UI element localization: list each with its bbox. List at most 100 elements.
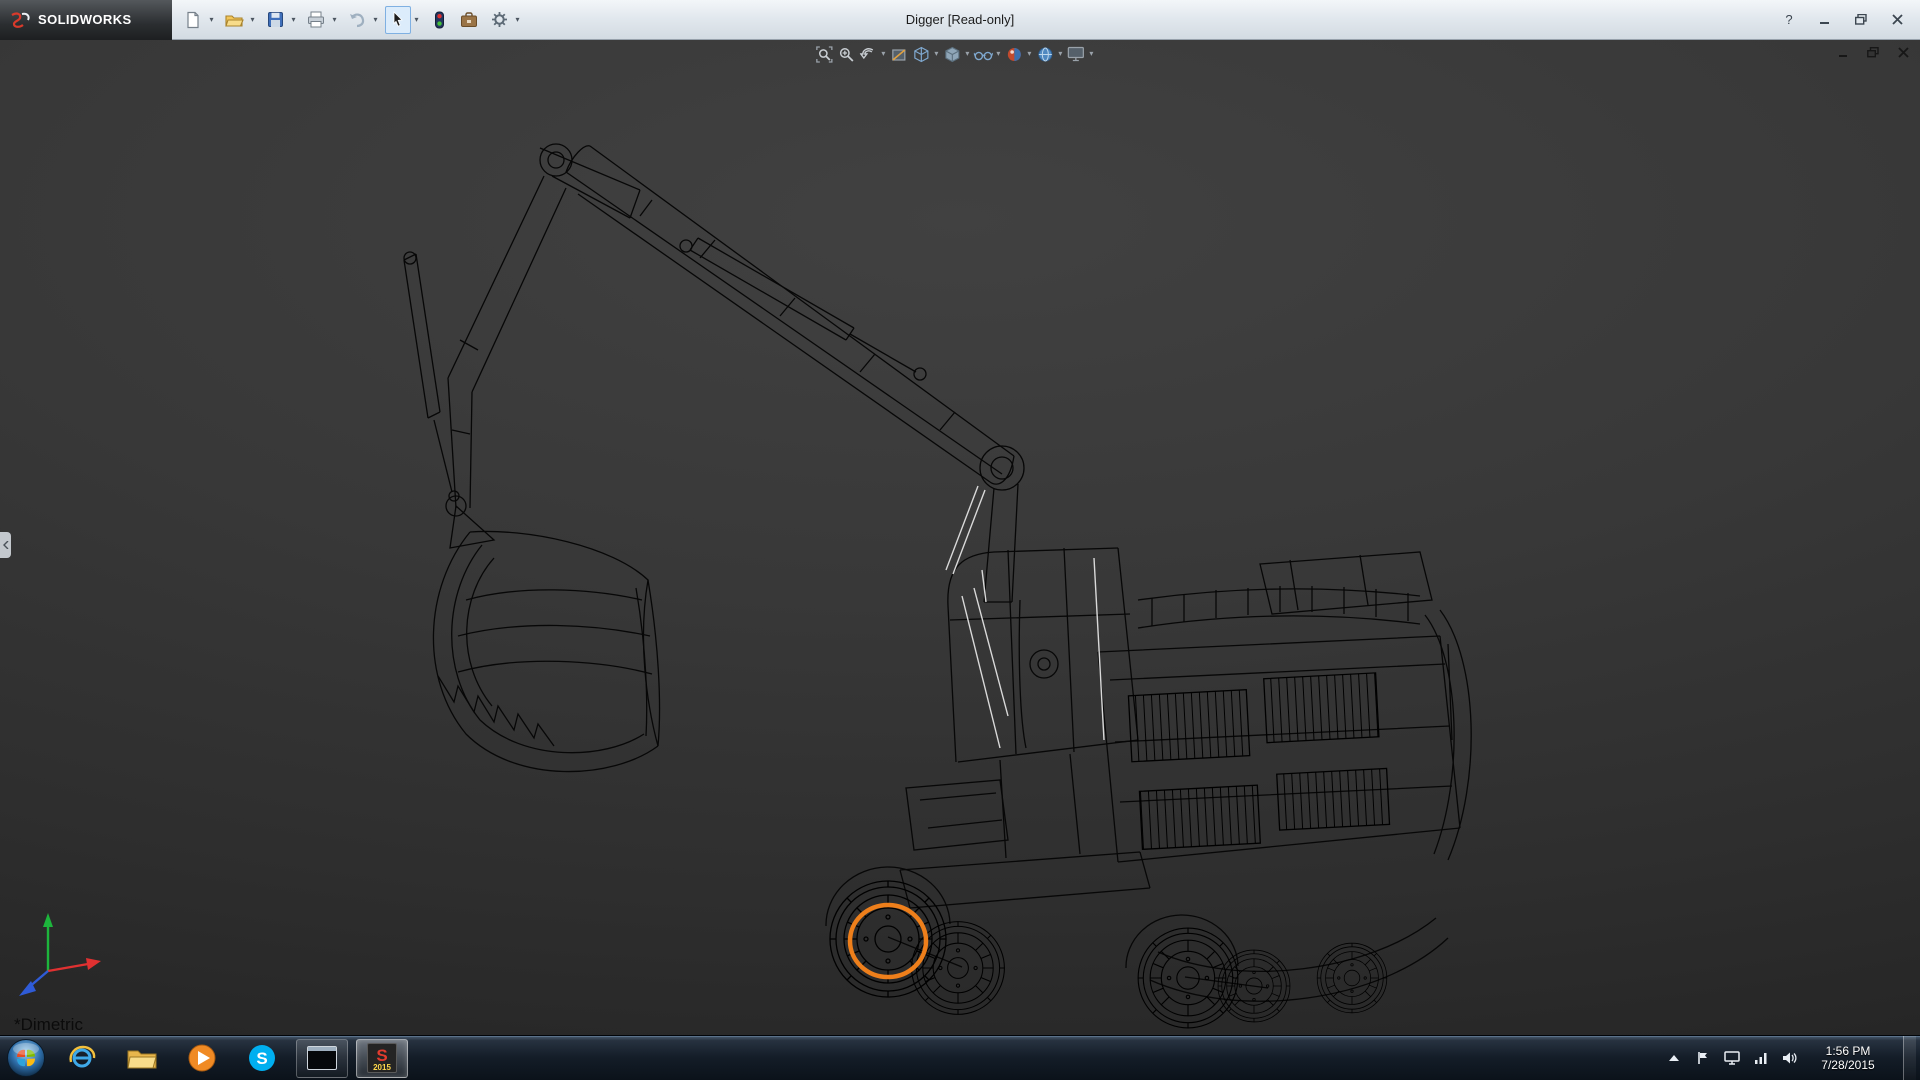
- print-icon: [307, 11, 325, 28]
- solidworks-taskbar-button[interactable]: S 2015: [356, 1039, 408, 1078]
- undo-arrow-icon: [348, 12, 366, 28]
- media-player-button[interactable]: [172, 1036, 232, 1080]
- speaker-icon: [1782, 1051, 1798, 1065]
- select-button[interactable]: [385, 6, 411, 34]
- action-center-button[interactable]: [1694, 1049, 1712, 1067]
- document-window-controls: [1834, 44, 1912, 60]
- rebuild-icon: [434, 11, 445, 29]
- view-settings-dropdown[interactable]: ▾: [1087, 43, 1096, 65]
- start-button[interactable]: [0, 1036, 52, 1080]
- taskbar: S S 2015: [0, 1035, 1920, 1080]
- monitor-icon: [1724, 1051, 1740, 1065]
- zoom-to-fit-button[interactable]: [813, 43, 835, 65]
- undo-button[interactable]: [344, 6, 370, 34]
- options-gear-icon: [491, 11, 508, 28]
- svg-text:S: S: [256, 1049, 267, 1068]
- options-dropdown[interactable]: ▾: [512, 6, 523, 34]
- system-tray: 1:56 PM 7/28/2015: [1665, 1036, 1920, 1080]
- doc-restore-button[interactable]: [1864, 44, 1882, 60]
- doc-minimize-icon: [1838, 47, 1849, 58]
- open-dropdown[interactable]: ▾: [247, 6, 258, 34]
- zoom-to-area-icon: [837, 46, 854, 63]
- print-button[interactable]: [303, 6, 329, 34]
- close-button[interactable]: [1886, 11, 1908, 29]
- zoom-to-fit-icon: [815, 46, 832, 63]
- doc-minimize-button[interactable]: [1834, 44, 1852, 60]
- show-desktop-button[interactable]: [1903, 1036, 1916, 1080]
- display-style-icon: [943, 46, 960, 63]
- selection-highlight-circle: [850, 905, 926, 977]
- view-orientation-label: *Dimetric: [14, 1015, 83, 1035]
- edit-appearance-button[interactable]: [1003, 43, 1025, 65]
- solidworks-window: SOLIDWORKS Digger [Read-only] ▾ ▾: [0, 0, 1920, 1080]
- edit-appearance-dropdown[interactable]: ▾: [1025, 43, 1034, 65]
- previous-view-button[interactable]: [857, 43, 879, 65]
- section-view-button[interactable]: [888, 43, 910, 65]
- solidworks-icon: S 2015: [367, 1043, 397, 1073]
- windows-explorer-button[interactable]: [112, 1036, 172, 1080]
- section-view-icon: [890, 46, 907, 63]
- internet-explorer-icon: [66, 1042, 98, 1074]
- new-document-button[interactable]: [180, 6, 206, 34]
- doc-restore-icon: [1867, 47, 1879, 58]
- doc-close-icon: [1898, 47, 1909, 58]
- open-button[interactable]: [221, 6, 247, 34]
- previous-view-dropdown[interactable]: ▾: [879, 43, 888, 65]
- save-floppy-icon: [267, 11, 284, 28]
- network-tray-button[interactable]: [1752, 1049, 1770, 1067]
- minimize-button[interactable]: [1814, 11, 1836, 29]
- new-document-icon: [185, 11, 201, 29]
- window-controls: ?: [1778, 11, 1920, 29]
- hide-show-items-dropdown[interactable]: ▾: [994, 43, 1003, 65]
- main-toolbar: ▾ ▾ ▾: [180, 6, 527, 34]
- command-prompt-button[interactable]: [296, 1039, 348, 1078]
- command-prompt-icon: [307, 1046, 337, 1070]
- reference-triad: [6, 901, 126, 1021]
- display-style-dropdown[interactable]: ▾: [963, 43, 972, 65]
- folder-icon: [126, 1045, 158, 1071]
- volume-tray-button[interactable]: [1781, 1049, 1799, 1067]
- doc-close-button[interactable]: [1894, 44, 1912, 60]
- restore-button[interactable]: [1850, 11, 1872, 29]
- display-style-button[interactable]: [941, 43, 963, 65]
- skype-icon: S: [246, 1042, 278, 1074]
- view-settings-button[interactable]: [1065, 43, 1087, 65]
- help-button[interactable]: ?: [1778, 11, 1800, 29]
- tray-expand-arrow-icon: [1668, 1054, 1680, 1062]
- network-icon: [1754, 1052, 1768, 1064]
- view-orientation-cube-icon: [912, 46, 929, 63]
- feature-panel-collapse-tab[interactable]: [0, 532, 11, 558]
- save-dropdown[interactable]: ▾: [288, 6, 299, 34]
- clock-time: 1:56 PM: [1810, 1044, 1886, 1058]
- apply-scene-dropdown[interactable]: ▾: [1056, 43, 1065, 65]
- file-properties-button[interactable]: [456, 6, 482, 34]
- clock-date: 7/28/2015: [1810, 1058, 1886, 1072]
- view-orientation-button[interactable]: [910, 43, 932, 65]
- options-button[interactable]: [486, 6, 512, 34]
- select-dropdown[interactable]: ▾: [411, 6, 422, 34]
- hide-show-glasses-icon: [973, 47, 992, 62]
- close-icon: [1892, 14, 1903, 25]
- apply-scene-button[interactable]: [1034, 43, 1056, 65]
- new-document-dropdown[interactable]: ▾: [206, 6, 217, 34]
- windows-start-orb-icon: [6, 1038, 46, 1078]
- show-hidden-icons-button[interactable]: [1665, 1049, 1683, 1067]
- display-settings-tray-button[interactable]: [1723, 1049, 1741, 1067]
- restore-icon: [1855, 14, 1867, 25]
- graphics-viewport[interactable]: ▾ ▾ ▾: [0, 40, 1920, 1035]
- hide-show-items-button[interactable]: [972, 43, 994, 65]
- internet-explorer-button[interactable]: [52, 1036, 112, 1080]
- rebuild-button[interactable]: [426, 6, 452, 34]
- apply-scene-globe-icon: [1036, 46, 1053, 63]
- save-button[interactable]: [262, 6, 288, 34]
- skype-button[interactable]: S: [232, 1036, 292, 1080]
- taskbar-apps: S S 2015: [52, 1036, 412, 1080]
- taskbar-clock[interactable]: 1:56 PM 7/28/2015: [1810, 1044, 1886, 1072]
- view-orientation-dropdown[interactable]: ▾: [932, 43, 941, 65]
- edit-appearance-sphere-icon: [1005, 46, 1022, 63]
- model-canvas[interactable]: [0, 40, 1920, 1035]
- zoom-to-area-button[interactable]: [835, 43, 857, 65]
- undo-dropdown[interactable]: ▾: [370, 6, 381, 34]
- solidworks-logo-icon: [8, 11, 32, 29]
- print-dropdown[interactable]: ▾: [329, 6, 340, 34]
